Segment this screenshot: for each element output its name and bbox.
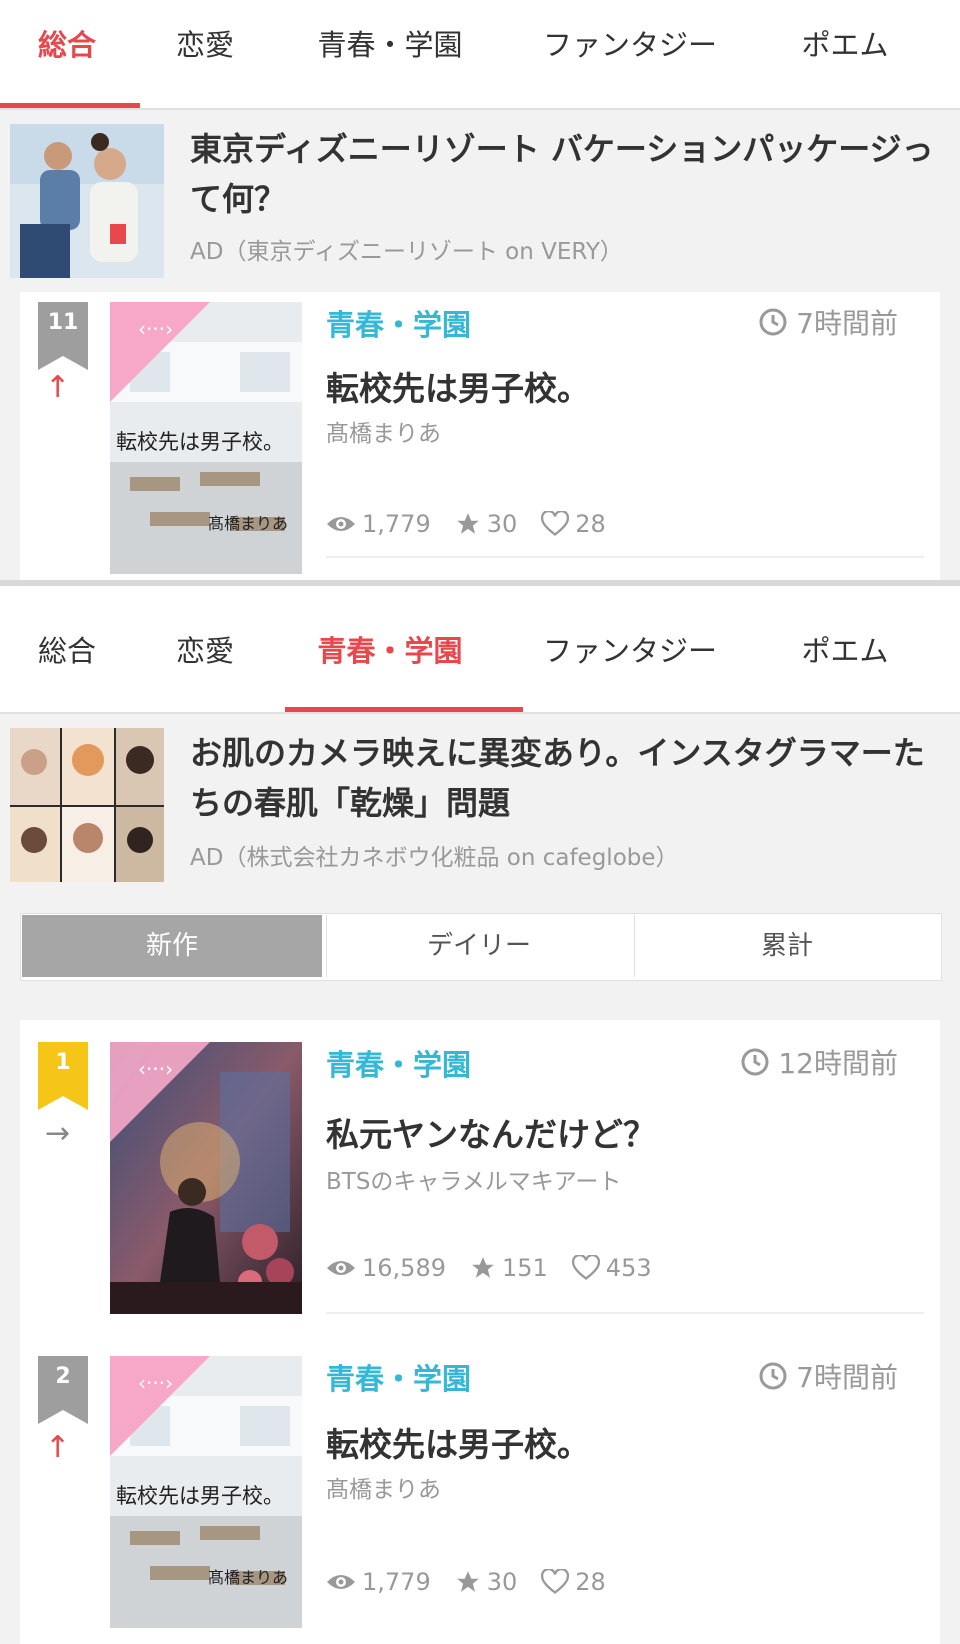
- ad-title[interactable]: 東京ディズニーリゾート バケーションパッケージって何？: [190, 124, 940, 224]
- like-count: 28: [575, 510, 606, 538]
- genre-label[interactable]: 青春・学園: [326, 302, 471, 344]
- ad-source: AD（株式会社カネボウ化粧品 on cafeglobe）: [190, 845, 679, 871]
- code-badge-icon: ‹···›: [138, 317, 173, 341]
- view-count: 1,779: [362, 1568, 431, 1596]
- time-text: 7時間前: [796, 307, 898, 340]
- tab-school[interactable]: 青春・学園: [310, 606, 470, 714]
- trend-flat-icon: →: [45, 1116, 71, 1151]
- heart-icon: [541, 511, 570, 536]
- genre-label[interactable]: 青春・学園: [326, 1356, 471, 1398]
- divider: [326, 556, 924, 558]
- like-count: 28: [575, 1568, 606, 1596]
- eye-icon: [327, 517, 355, 531]
- heart-icon: [541, 1569, 570, 1594]
- segment-new[interactable]: 新作: [22, 915, 322, 977]
- top-tab-bar-2: 総合 恋愛 青春・学園 ファンタジー ポエム: [0, 586, 960, 714]
- star-icon: [456, 513, 479, 534]
- star-icon: [456, 1571, 479, 1592]
- rank-ribbon: 1: [38, 1042, 88, 1110]
- tab-school[interactable]: 青春・学園: [310, 0, 470, 108]
- tab-poem[interactable]: ポエム: [785, 606, 905, 714]
- star-icon: [472, 1257, 494, 1278]
- ad-source: AD（東京ディズニーリゾート on VERY）: [190, 239, 623, 265]
- story-stats: 1,779 30 28: [326, 510, 630, 538]
- story-title[interactable]: 転校先は男子校。: [326, 1418, 590, 1466]
- code-badge-icon: ‹···›: [138, 1371, 173, 1395]
- book-cover[interactable]: ‹···› 転校先は男子校。 髙橋まりあ: [110, 1356, 302, 1628]
- active-tab-indicator: [0, 103, 140, 108]
- segment-total[interactable]: 累計: [634, 915, 939, 977]
- like-count: 453: [605, 1254, 652, 1282]
- ranking-card[interactable]: 2 ↑ ‹···› 転校先は男子校。 髙橋まりあ 青春・学園 7時間前 転校先は…: [20, 1342, 940, 1644]
- posted-time: 12時間前: [740, 1042, 898, 1082]
- eye-icon: [327, 1261, 355, 1275]
- posted-time: 7時間前: [758, 1356, 898, 1396]
- cover-title: 転校先は男子校。: [116, 430, 284, 454]
- tab-fantasy[interactable]: ファンタジー: [540, 0, 720, 108]
- ad-title[interactable]: お肌のカメラ映えに異変あり。インスタグラマーたちの春肌「乾燥」問題: [190, 728, 940, 828]
- author-name[interactable]: 髙橋まりあ: [326, 414, 441, 448]
- clock-icon: [759, 308, 787, 336]
- tab-poem[interactable]: ポエム: [785, 0, 905, 108]
- rank-ribbon: 11: [38, 302, 88, 370]
- ad-image[interactable]: [10, 124, 164, 278]
- rank-number: 11: [47, 310, 79, 335]
- ranking-card[interactable]: 1 → ‹···› 青春・学園 12時間前 私元ヤンなんだけど？ BTSのキャラ…: [20, 1020, 940, 1342]
- time-text: 12時間前: [778, 1047, 898, 1080]
- view-count: 16,589: [362, 1254, 446, 1282]
- active-tab-indicator: [285, 707, 523, 712]
- clock-icon: [741, 1048, 769, 1076]
- tab-romance[interactable]: 恋愛: [160, 606, 250, 714]
- ad-image[interactable]: [10, 728, 164, 882]
- rank-number: 1: [55, 1050, 71, 1075]
- star-count: 30: [486, 510, 518, 538]
- story-stats: 16,589 151 453: [326, 1254, 676, 1282]
- ranking-card[interactable]: 11 ↑ ‹···› 転校先は男子校。 髙橋まりあ 青春・学園 7時間前 転校先…: [20, 292, 940, 580]
- trend-up-icon: ↑: [45, 1430, 71, 1465]
- star-count: 151: [501, 1254, 548, 1282]
- heart-icon: [571, 1255, 600, 1280]
- view-count: 1,779: [362, 510, 431, 538]
- book-cover[interactable]: ‹···› 転校先は男子校。 髙橋まりあ: [110, 302, 302, 574]
- book-cover[interactable]: ‹···›: [110, 1042, 302, 1314]
- clock-icon: [759, 1362, 787, 1390]
- time-text: 7時間前: [796, 1361, 898, 1394]
- posted-time: 7時間前: [758, 302, 898, 342]
- story-title[interactable]: 転校先は男子校。: [326, 362, 590, 410]
- genre-label[interactable]: 青春・学園: [326, 1042, 471, 1084]
- tab-general[interactable]: 総合: [22, 606, 112, 714]
- star-count: 30: [486, 1568, 518, 1596]
- ad-banner[interactable]: 東京ディズニーリゾート バケーションパッケージって何？ AD（東京ディズニーリゾ…: [0, 110, 960, 288]
- divider: [326, 1312, 924, 1314]
- eye-icon: [327, 1575, 355, 1589]
- story-stats: 1,779 30 28: [326, 1568, 630, 1596]
- tab-fantasy[interactable]: ファンタジー: [540, 606, 720, 714]
- cover-author: 髙橋まりあ: [208, 514, 289, 533]
- author-name[interactable]: BTSのキャラメルマキアート: [326, 1162, 621, 1196]
- segment-daily[interactable]: デイリー: [326, 915, 631, 977]
- author-name[interactable]: 髙橋まりあ: [326, 1470, 441, 1504]
- tab-general[interactable]: 総合: [22, 0, 112, 108]
- rank-ribbon: 2: [38, 1356, 88, 1424]
- cover-title: 転校先は男子校。: [116, 1484, 284, 1508]
- rank-number: 2: [55, 1364, 71, 1389]
- top-tab-bar: 総合 恋愛 青春・学園 ファンタジー ポエム: [0, 0, 960, 110]
- story-title[interactable]: 私元ヤンなんだけど？: [326, 1108, 656, 1156]
- tab-romance[interactable]: 恋愛: [160, 0, 250, 108]
- ad-banner-2[interactable]: お肌のカメラ映えに異変あり。インスタグラマーたちの春肌「乾燥」問題 AD（株式会…: [0, 714, 960, 894]
- trend-up-icon: ↑: [45, 370, 71, 405]
- code-badge-icon: ‹···›: [138, 1057, 173, 1081]
- cover-author: 髙橋まりあ: [208, 1568, 289, 1587]
